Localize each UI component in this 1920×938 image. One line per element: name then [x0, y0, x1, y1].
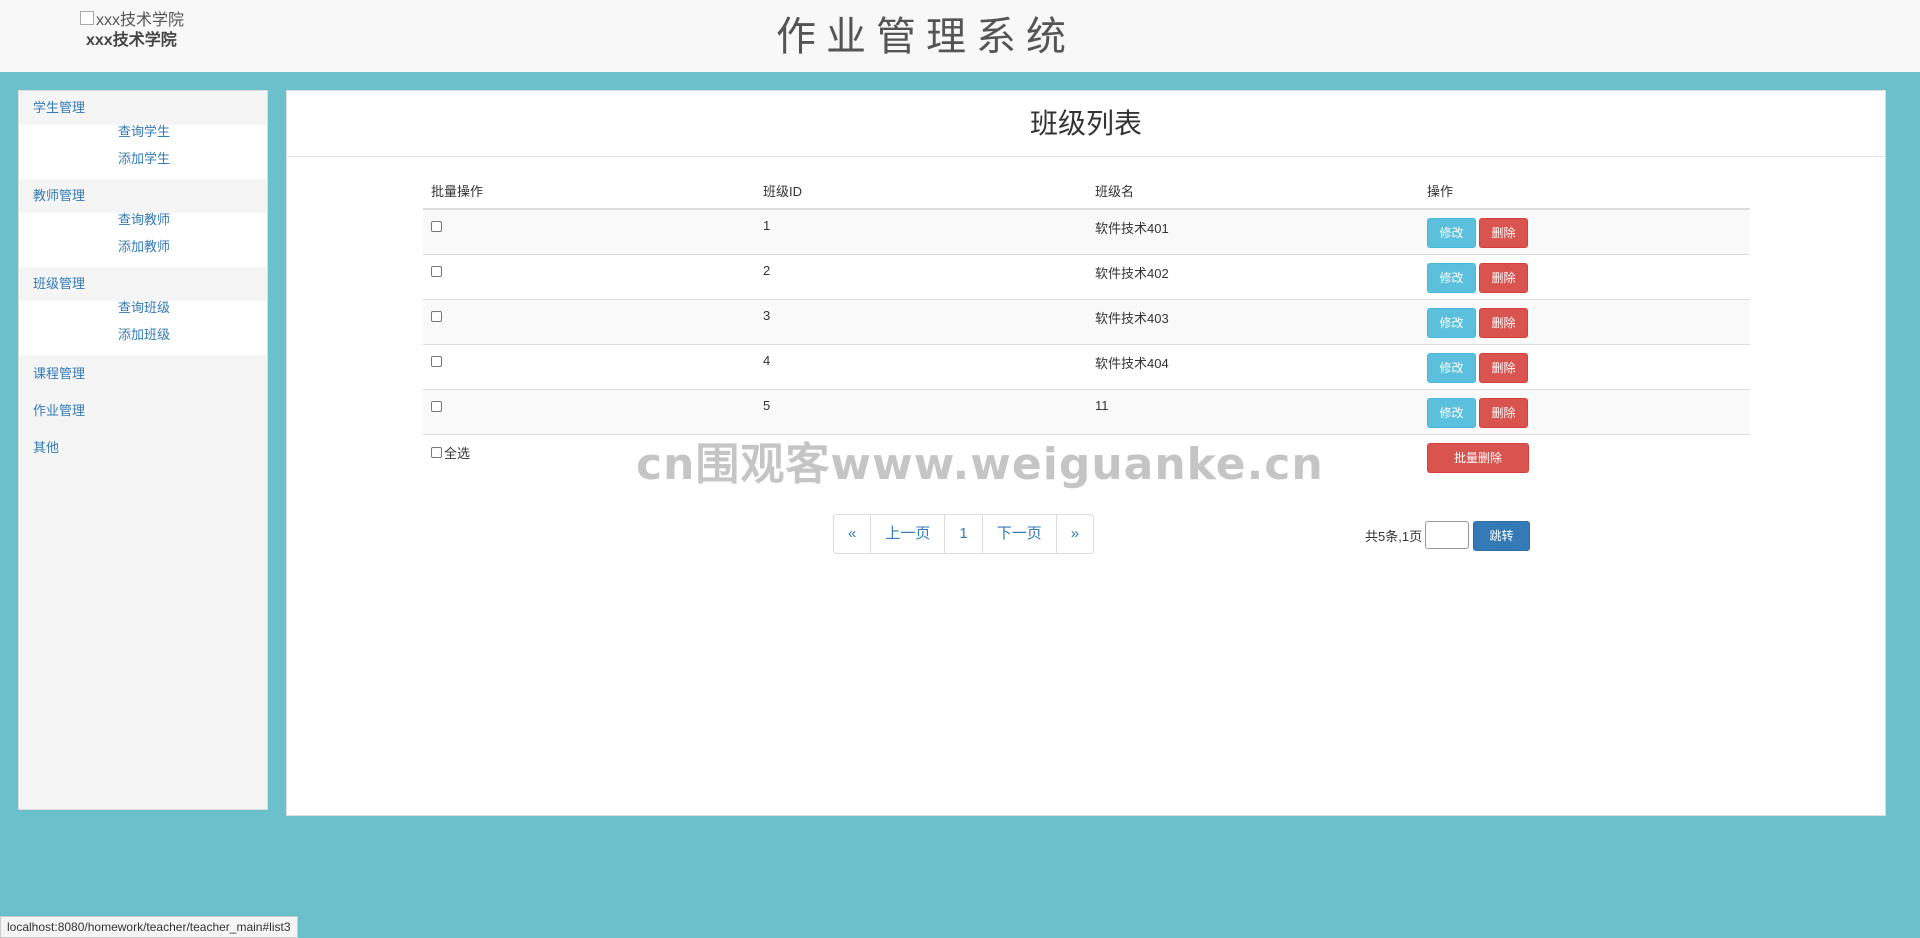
edit-button[interactable]: 修改 — [1427, 262, 1476, 293]
sidebar-item-add-student[interactable]: 添加学生 — [19, 152, 267, 179]
page-number-button[interactable]: 1 — [945, 515, 983, 553]
first-page-button[interactable]: « — [834, 515, 872, 553]
table-header-row: 批量操作 班级ID 班级名 操作 — [423, 175, 1750, 210]
sidebar: 学生管理 查询学生 添加学生 教师管理 查询教师 添加教师 班级管理 查询班级 … — [18, 90, 268, 810]
column-header-batch: 批量操作 — [423, 175, 755, 210]
watermark-text: cn围观客www.weiguanke.cn — [636, 439, 1324, 490]
table-row: 4 软件技术404 修改 删除 — [423, 343, 1750, 389]
sidebar-sublist-classes: 查询班级 添加班级 — [19, 301, 267, 355]
cell-class-name: 软件技术403 — [1087, 298, 1419, 344]
cell-class-id: 1 — [755, 208, 1087, 254]
cell-class-id: 2 — [755, 253, 1087, 299]
page-jump-input[interactable] — [1425, 521, 1469, 549]
sidebar-item-homework[interactable]: 作业管理 — [19, 392, 267, 429]
sidebar-item-add-class[interactable]: 添加班级 — [19, 328, 267, 355]
edit-button[interactable]: 修改 — [1427, 218, 1476, 248]
sidebar-group-teachers[interactable]: 教师管理 — [19, 179, 267, 213]
column-header-actions: 操作 — [1419, 175, 1750, 210]
sidebar-item-query-students[interactable]: 查询学生 — [19, 125, 267, 152]
sidebar-sublist-students: 查询学生 添加学生 — [19, 125, 267, 179]
delete-button[interactable]: 删除 — [1479, 397, 1528, 428]
column-header-id: 班级ID — [755, 175, 1087, 210]
row-checkbox[interactable] — [431, 221, 442, 232]
cell-class-id: 4 — [755, 343, 1087, 389]
row-checkbox[interactable] — [431, 265, 442, 277]
select-all-label: 全选 — [444, 445, 471, 461]
table-row: 3 软件技术403 修改 删除 — [423, 298, 1750, 344]
sidebar-item-add-teacher[interactable]: 添加教师 — [19, 240, 267, 267]
cell-class-name: 软件技术402 — [1087, 253, 1419, 299]
row-checkbox[interactable] — [431, 310, 442, 322]
table-row: 2 软件技术402 修改 删除 — [423, 253, 1750, 299]
batch-delete-button[interactable]: 批量删除 — [1427, 442, 1529, 473]
browser-status-bar: localhost:8080/homework/teacher/teacher_… — [0, 916, 298, 938]
page-info-text: 共5条,1页 — [1365, 529, 1423, 544]
sidebar-group-classes[interactable]: 班级管理 — [19, 267, 267, 301]
sidebar-item-other[interactable]: 其他 — [19, 429, 267, 466]
table-row: 1 软件技术401 修改 删除 — [423, 208, 1750, 254]
edit-button[interactable]: 修改 — [1427, 397, 1476, 428]
cell-class-name: 软件技术404 — [1087, 343, 1419, 389]
app-title: 作业管理系统 — [776, 14, 1076, 60]
pagination: « 上一页 1 下一页 » — [833, 514, 1095, 554]
prev-page-button[interactable]: 上一页 — [871, 515, 946, 553]
next-page-button[interactable]: 下一页 — [983, 515, 1057, 553]
sidebar-item-query-teachers[interactable]: 查询教师 — [19, 213, 267, 240]
last-page-button[interactable]: » — [1057, 515, 1093, 553]
edit-button[interactable]: 修改 — [1427, 307, 1476, 338]
sidebar-item-courses[interactable]: 课程管理 — [19, 355, 267, 392]
sidebar-group-students[interactable]: 学生管理 — [19, 91, 267, 125]
jump-button[interactable]: 跳转 — [1473, 521, 1530, 551]
sidebar-item-query-classes[interactable]: 查询班级 — [19, 301, 267, 328]
select-all-checkbox[interactable] — [431, 446, 442, 458]
delete-button[interactable]: 删除 — [1479, 352, 1528, 383]
jump-button-label: 跳转 — [1489, 529, 1514, 543]
sidebar-sublist-teachers: 查询教师 添加教师 — [19, 213, 267, 267]
edit-button[interactable]: 修改 — [1427, 352, 1476, 383]
cell-class-name: 软件技术401 — [1087, 208, 1419, 254]
column-header-name: 班级名 — [1087, 175, 1419, 210]
row-checkbox[interactable] — [431, 355, 442, 367]
page-title: 班级列表 — [287, 91, 1885, 157]
top-header: xxx技术学院 xxx技术学院 作业管理系统 — [0, 0, 1920, 72]
delete-button[interactable]: 删除 — [1479, 218, 1528, 248]
cell-class-id: 3 — [755, 298, 1087, 344]
row-checkbox[interactable] — [431, 400, 442, 412]
delete-button[interactable]: 删除 — [1479, 307, 1528, 338]
delete-button[interactable]: 删除 — [1479, 262, 1528, 293]
